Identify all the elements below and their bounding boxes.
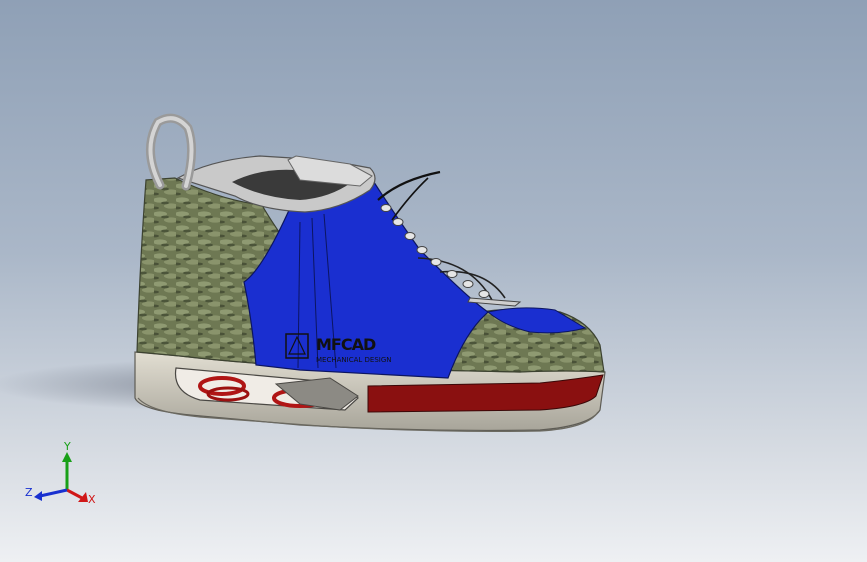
lace (391, 177, 429, 221)
view-orientation-triad: Y X Z (25, 440, 96, 506)
z-axis-label: Z (25, 486, 33, 499)
z-axis-arrow (34, 491, 42, 501)
shoe-model[interactable]: MFCAD MECHANICAL DESIGN (0, 0, 867, 562)
z-axis-line (39, 488, 68, 498)
brand-logo-text: MFCAD (316, 335, 376, 354)
y-axis-label: Y (63, 440, 71, 453)
brand-logo-subtext: MECHANICAL DESIGN (316, 356, 392, 364)
x-axis-label: X (88, 493, 96, 506)
lace (377, 170, 441, 201)
x-axis-line (66, 488, 83, 500)
3d-viewport[interactable]: MFCAD MECHANICAL DESIGN Y X Z (0, 0, 867, 562)
y-axis-arrow (62, 452, 72, 462)
